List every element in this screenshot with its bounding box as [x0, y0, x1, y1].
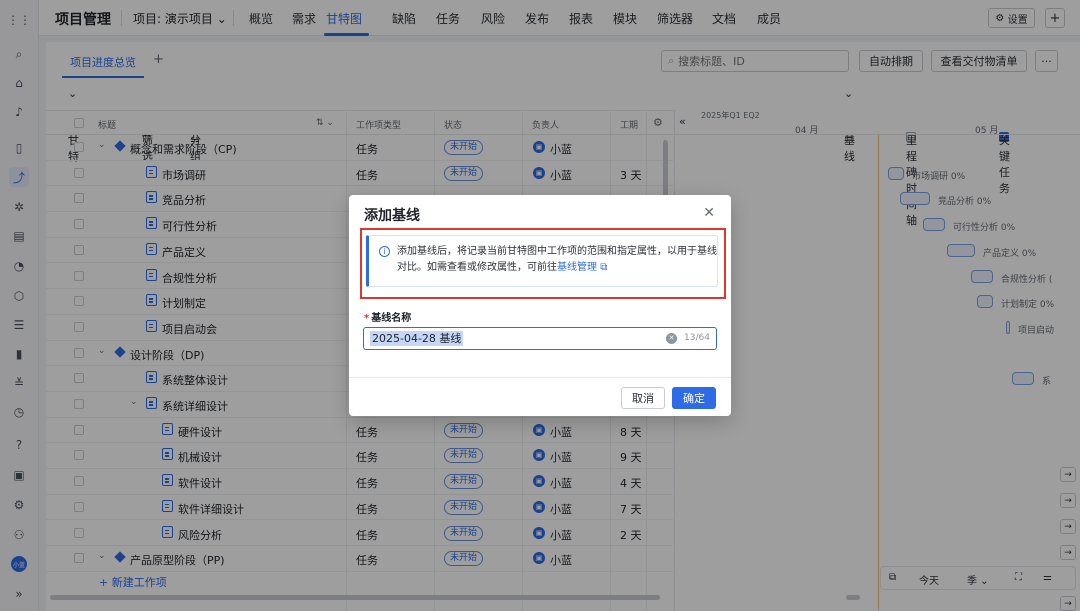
baseline-name-label: * 基线名称: [364, 309, 411, 324]
close-icon[interactable]: ✕: [703, 205, 715, 221]
info-text: 添加基线后，将记录当前甘特图中工作项的范围和指定属性，以用于基线对比。如需查看或…: [397, 244, 717, 276]
dialog-title: 添加基线: [364, 208, 420, 224]
field-label-text: 基线名称: [371, 313, 412, 324]
baseline-name-input[interactable]: 2025-04-28 基线: [370, 331, 464, 346]
baseline-management-link[interactable]: 基线管理 ⧉: [557, 262, 607, 273]
highlight-box: i 添加基线后，将记录当前甘特图中工作项的范围和指定属性，以用于基线对比。如需查…: [360, 228, 726, 299]
confirm-button[interactable]: 确定: [672, 387, 716, 409]
external-link-icon: ⧉: [600, 262, 608, 273]
divider: [349, 377, 731, 378]
clear-input-icon[interactable]: ✕: [666, 333, 677, 344]
char-count: 13/64: [684, 333, 710, 343]
link-label: 基线管理: [557, 262, 597, 273]
info-icon: i: [379, 246, 390, 257]
baseline-name-field[interactable]: 2025-04-28 基线 ✕ 13/64: [363, 327, 717, 350]
info-banner: i 添加基线后，将记录当前甘特图中工作项的范围和指定属性，以用于基线对比。如需查…: [366, 235, 718, 287]
cancel-button[interactable]: 取消: [621, 387, 665, 409]
required-marker: *: [364, 313, 370, 324]
add-baseline-dialog: 添加基线 ✕ i 添加基线后，将记录当前甘特图中工作项的范围和指定属性，以用于基…: [349, 195, 731, 416]
